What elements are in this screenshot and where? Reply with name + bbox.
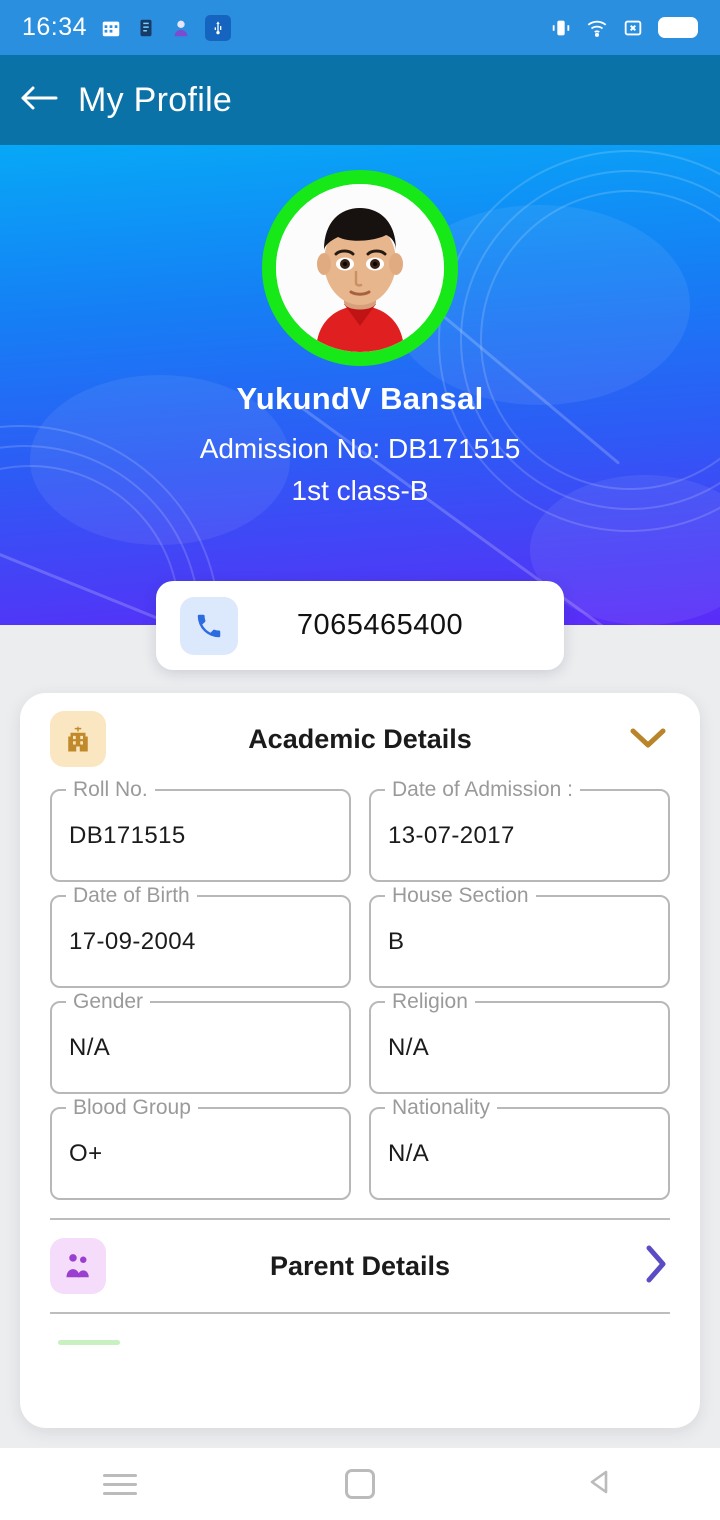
field-label: Nationality (385, 1096, 498, 1120)
family-icon (50, 1238, 106, 1294)
status-bar-right (550, 17, 698, 39)
field-value: 17-09-2004 (69, 927, 196, 955)
field-label: House Section (385, 884, 536, 908)
note-icon (135, 17, 157, 39)
sim-icon (622, 17, 644, 39)
field-label: Date of Birth (66, 884, 197, 908)
menu-icon (103, 1468, 137, 1501)
field-label: Gender (66, 990, 151, 1014)
field-roll-no[interactable]: Roll No. DB171515 (50, 778, 351, 882)
nav-recents-button[interactable] (0, 1468, 240, 1501)
parent-details-title: Parent Details (269, 1250, 451, 1281)
back-triangle-icon (584, 1466, 616, 1503)
status-bar-left: 16:34 (22, 13, 232, 42)
back-button[interactable] (0, 83, 78, 118)
calendar-icon (100, 17, 122, 39)
field-value: O+ (69, 1139, 103, 1167)
nav-back-button[interactable] (480, 1466, 720, 1503)
phone-screen: 16:34 My Profile YukundV Bansal Admissio… (0, 0, 720, 1520)
android-nav-bar (0, 1448, 720, 1520)
academic-fields: Roll No. DB171515 Date of Admission : 13… (20, 778, 700, 1200)
phone-card[interactable]: 7065465400 (156, 581, 564, 670)
field-date-of-birth[interactable]: Date of Birth 17-09-2004 (50, 884, 351, 988)
app-bar: My Profile (0, 55, 720, 145)
field-row: Roll No. DB171515 Date of Admission : 13… (50, 778, 670, 882)
phone-icon (180, 596, 238, 655)
academic-details-header[interactable]: Academic Details (20, 693, 700, 785)
field-nationality[interactable]: Nationality N/A (369, 1096, 670, 1200)
field-value: N/A (388, 1033, 430, 1061)
phone-number: 7065465400 (296, 609, 464, 641)
school-building-icon (50, 711, 106, 767)
section-divider (50, 1312, 670, 1314)
status-bar-clock: 16:34 (22, 13, 88, 41)
nav-home-button[interactable] (240, 1469, 480, 1499)
arrow-left-icon (18, 83, 60, 118)
field-row: Date of Birth 17-09-2004 House Section B (50, 884, 670, 988)
field-value: DB171515 (69, 821, 186, 849)
field-label: Roll No. (66, 778, 155, 802)
field-house-section[interactable]: House Section B (369, 884, 670, 988)
field-row: Gender N/A Religion N/A (50, 990, 670, 1094)
page-title: My Profile (78, 80, 233, 119)
class-section: 1st class-B (291, 475, 429, 506)
home-square-icon (345, 1469, 375, 1499)
profile-hero: YukundV Bansal Admission No: DB171515 1s… (0, 145, 720, 625)
usb-icon (205, 14, 232, 41)
field-row: Blood Group O+ Nationality N/A (50, 1096, 670, 1200)
field-value: N/A (388, 1139, 430, 1167)
details-card: Academic Details Roll No. DB171515 Date … (20, 693, 700, 1428)
next-section-hint (58, 1340, 120, 1345)
field-label: Date of Admission : (385, 778, 580, 802)
wifi-icon (586, 17, 608, 39)
app-icon (170, 17, 192, 39)
field-date-of-admission[interactable]: Date of Admission : 13-07-2017 (369, 778, 670, 882)
field-blood-group[interactable]: Blood Group O+ (50, 1096, 351, 1200)
field-value: B (388, 927, 405, 955)
student-name: YukundV Bansal (236, 381, 484, 416)
chevron-right-icon (640, 1242, 670, 1291)
avatar (276, 184, 444, 352)
field-label: Religion (385, 990, 475, 1014)
field-gender[interactable]: Gender N/A (50, 990, 351, 1094)
field-religion[interactable]: Religion N/A (369, 990, 670, 1094)
chevron-down-icon (626, 722, 670, 757)
admission-number: Admission No: DB171515 (199, 433, 521, 464)
field-value: 13-07-2017 (388, 821, 515, 849)
vibrate-icon (550, 17, 572, 39)
parent-expand-button[interactable] (640, 1242, 670, 1291)
academic-details-title: Academic Details (248, 723, 472, 754)
battery-icon (658, 17, 698, 38)
field-value: N/A (69, 1033, 111, 1061)
academic-collapse-button[interactable] (626, 722, 670, 757)
status-bar: 16:34 (0, 0, 720, 55)
parent-details-header[interactable]: Parent Details (20, 1220, 700, 1312)
avatar-ring[interactable] (262, 170, 458, 366)
field-label: Blood Group (66, 1096, 198, 1120)
